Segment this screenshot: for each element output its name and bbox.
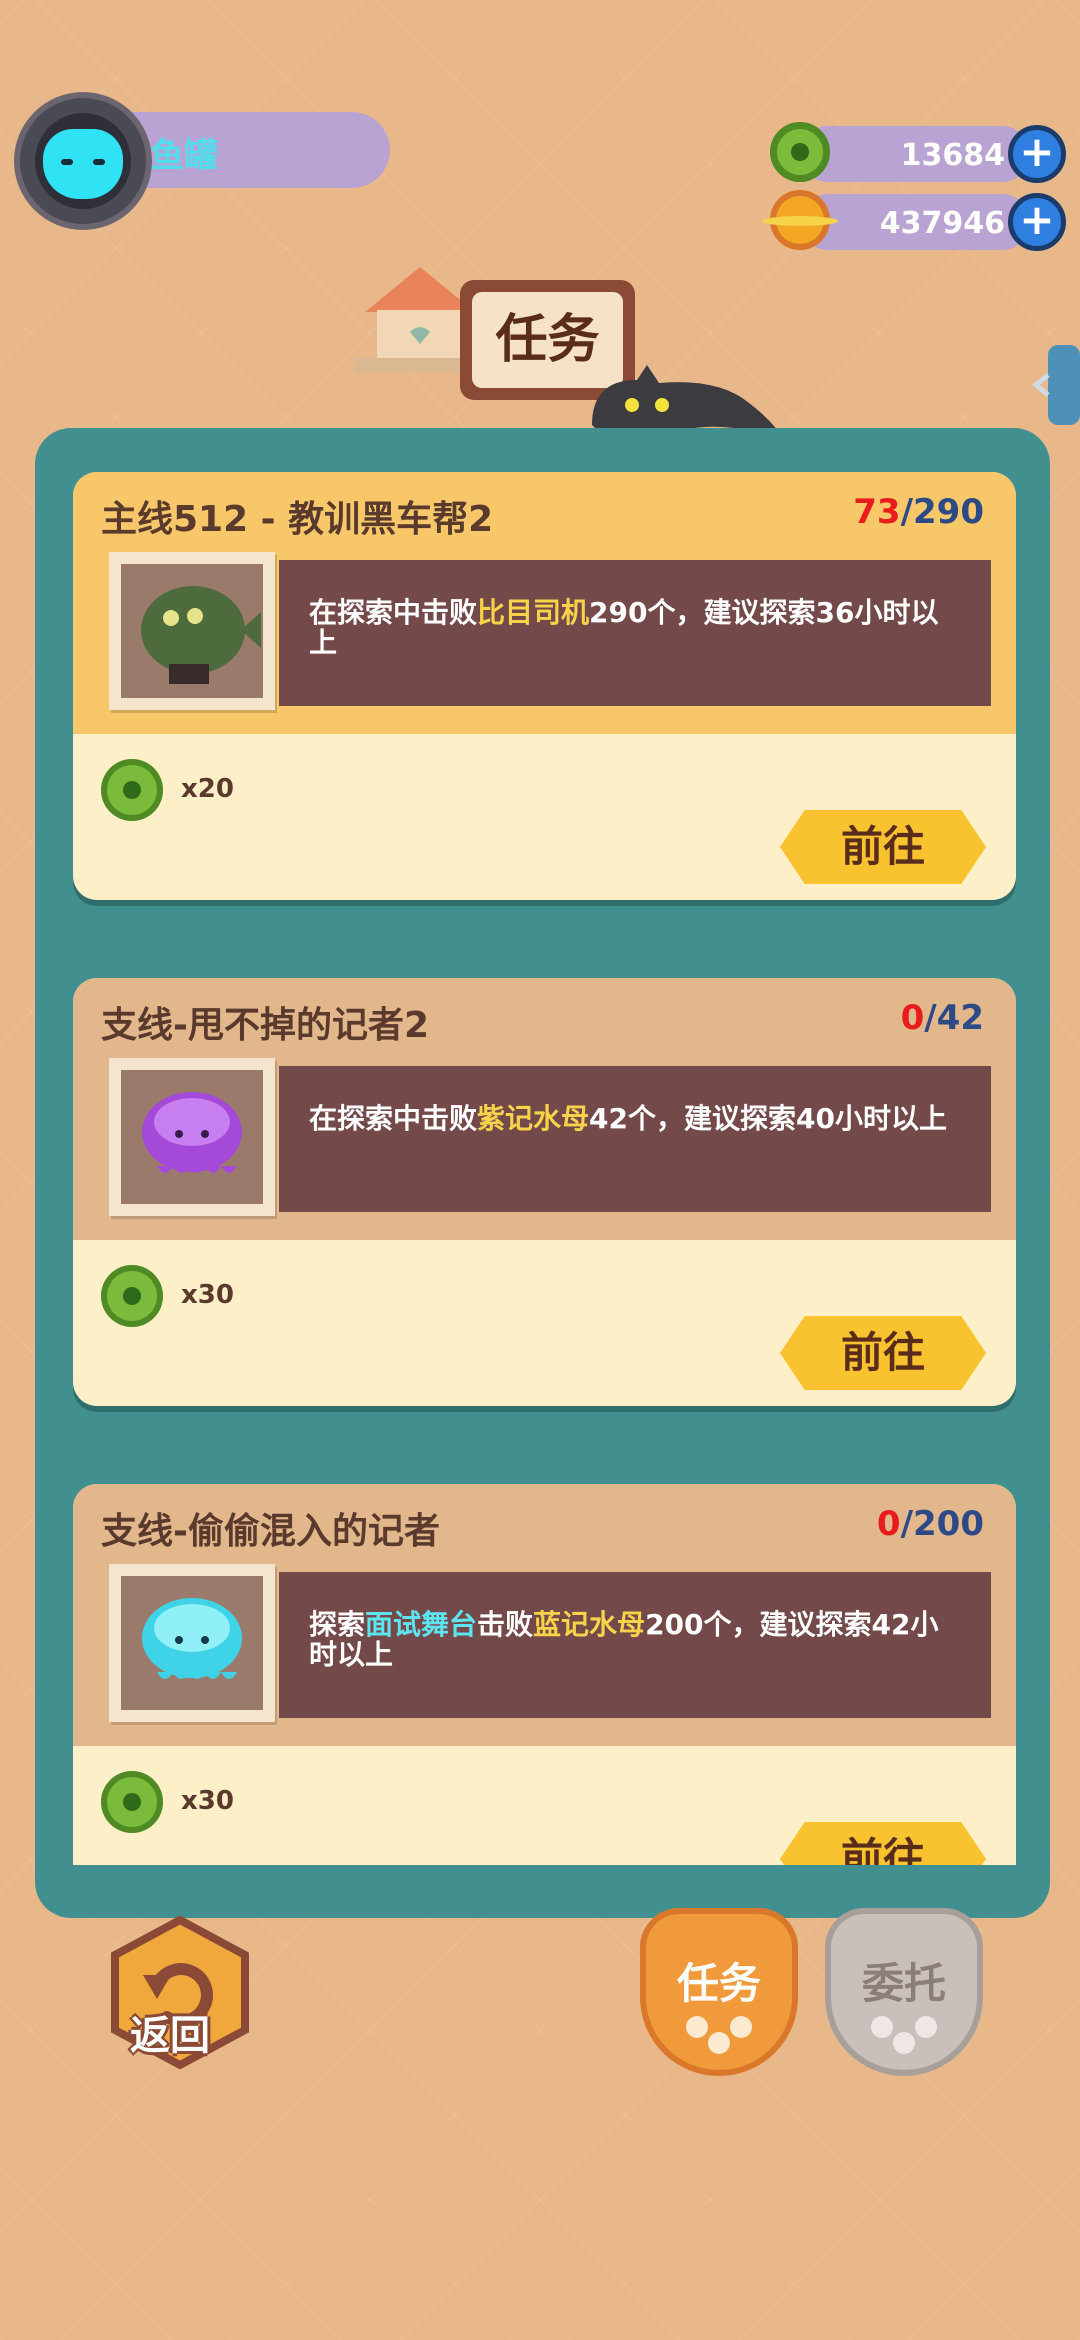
- quest-card-side-2: 支线-偷偷混入的记者 0/200 探索面试舞台击败蓝记水母200个，建议探索42…: [73, 1484, 1016, 1865]
- quest-title: 支线-偷偷混入的记者: [101, 1511, 440, 1552]
- avatar[interactable]: [35, 113, 131, 209]
- tab-tasks[interactable]: 任务: [640, 1908, 798, 2076]
- quest-target-photo: [109, 552, 275, 710]
- quest-title: 支线-甩不掉的记者2: [101, 1005, 429, 1046]
- reward-count: x20: [181, 774, 234, 804]
- quest-target-photo: [109, 1564, 275, 1722]
- quest-description-box: 在探索中击败比目司机290个，建议探索36小时以上: [279, 560, 991, 706]
- cat-face-icon: [43, 129, 123, 199]
- back-label[interactable]: 返回: [130, 2003, 210, 2061]
- add-gold-coin-button[interactable]: +: [1008, 193, 1066, 251]
- quest-description-box: 在探索中击败紫记水母42个，建议探索40小时以上: [279, 1066, 991, 1212]
- quest-description: 在探索中击败紫记水母42个，建议探索40小时以上: [309, 1102, 947, 1135]
- green-coin-reward-icon: [101, 759, 163, 821]
- tab-tasks-label: 任务: [676, 1959, 761, 2008]
- player-name: 鱼罐: [150, 136, 218, 176]
- avatar-eye-left: [61, 159, 73, 165]
- side-scroll-handle-icon[interactable]: [1030, 340, 1080, 430]
- quest-list[interactable]: 主线512 - 教训黑车帮2 73/290 在探索中击败比目司机290个，建议探…: [73, 472, 1016, 1865]
- quest-description-box: 探索面试舞台击败蓝记水母200个，建议探索42小时以上: [279, 1572, 991, 1718]
- quest-title: 主线512 - 教训黑车帮2: [101, 499, 494, 540]
- green-coin-reward-icon: [101, 1771, 163, 1833]
- gold-coin-amount: 437946: [879, 206, 1005, 241]
- go-button[interactable]: 前往: [780, 810, 986, 884]
- quest-card-side-1: 支线-甩不掉的记者2 0/42 在探索中击败紫记水母42个，建议探索40小时以上…: [73, 978, 1016, 1406]
- reward-count: x30: [181, 1786, 234, 1816]
- blue-jellyfish-icon: [142, 1598, 242, 1679]
- go-button[interactable]: 前往: [780, 1316, 986, 1390]
- flatfish-driver-icon: [141, 586, 261, 684]
- quest-target-photo: [109, 1058, 275, 1216]
- green-coin-reward-icon: [101, 1265, 163, 1327]
- quest-progress: 73/290: [853, 492, 984, 532]
- green-coin-amount: 13684: [900, 138, 1005, 173]
- quest-description: 在探索中击败比目司机290个，建议探索36小时以上: [309, 596, 939, 659]
- quest-progress: 0/42: [900, 998, 984, 1038]
- quest-description: 探索面试舞台击败蓝记水母200个，建议探索42小时以上: [309, 1608, 939, 1671]
- tab-commission[interactable]: 委托: [825, 1908, 983, 2076]
- add-green-coin-button[interactable]: +: [1008, 125, 1066, 183]
- go-button[interactable]: 前往: [780, 1822, 986, 1865]
- quest-card-main: 主线512 - 教训黑车帮2 73/290 在探索中击败比目司机290个，建议探…: [73, 472, 1016, 900]
- reward-count: x30: [181, 1280, 234, 1310]
- quest-progress: 0/200: [876, 1504, 984, 1544]
- tab-commission-label: 委托: [861, 1959, 946, 2008]
- avatar-eye-right: [93, 159, 105, 165]
- purple-jellyfish-icon: [142, 1092, 242, 1173]
